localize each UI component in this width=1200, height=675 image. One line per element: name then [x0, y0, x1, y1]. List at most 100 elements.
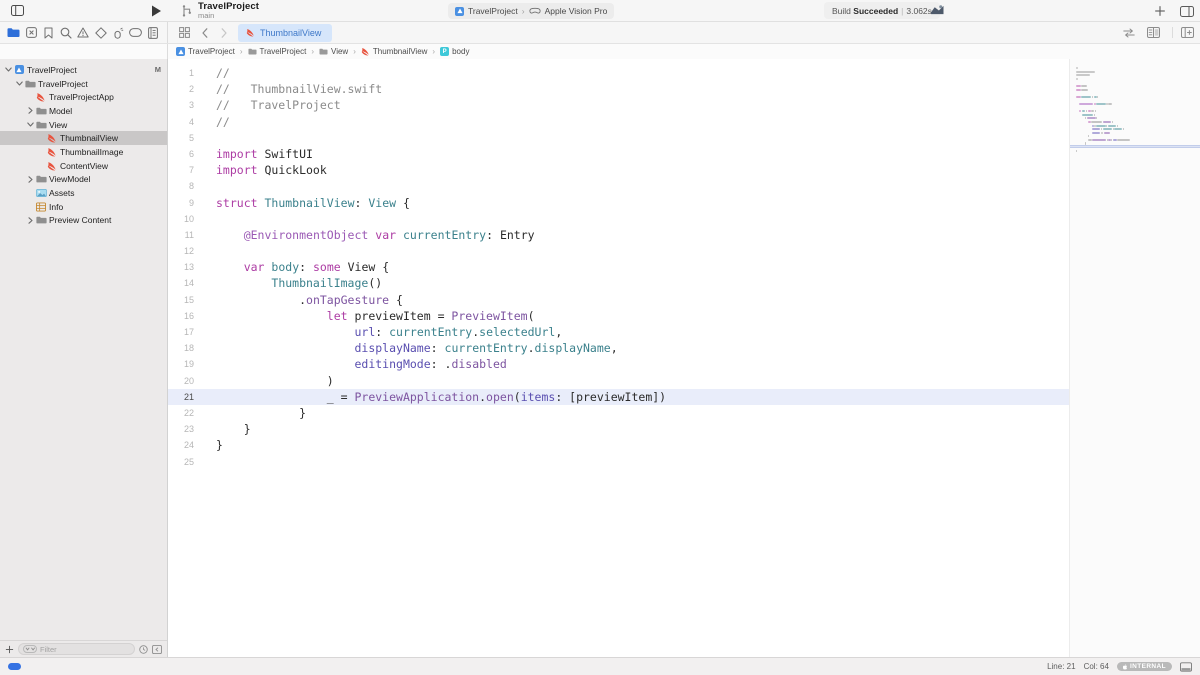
sidebar-item-model[interactable]: Model	[0, 104, 167, 118]
breadcrumb-label-3: ThumbnailView	[373, 47, 428, 56]
code-line[interactable]: 8	[168, 178, 1069, 194]
code-line[interactable]: 12	[168, 243, 1069, 259]
code-line[interactable]: 22 }	[168, 405, 1069, 421]
chevron-down-icon[interactable]	[4, 67, 13, 72]
minimap-line	[1076, 150, 1194, 152]
chevron-right-icon[interactable]	[26, 107, 35, 114]
sidebar-item-thumbnailview[interactable]: ThumbnailView	[0, 131, 167, 145]
code-line[interactable]: 1//	[168, 65, 1069, 81]
code-line[interactable]: 20 )	[168, 373, 1069, 389]
sidebar-toggle-icon[interactable]	[8, 2, 26, 20]
adjust-editor-icon[interactable]	[1123, 28, 1135, 38]
source-control-navigator-icon[interactable]	[24, 26, 38, 40]
breadcrumb-item-1[interactable]: TravelProject	[248, 47, 307, 56]
code-line-current[interactable]: 21 _ = PreviewApplication.open(items: [p…	[168, 389, 1069, 405]
filter-mode-icon[interactable]	[23, 645, 37, 653]
sidebar-item-travelproject[interactable]: TravelProject	[0, 77, 167, 91]
code-text: // TravelProject	[200, 97, 341, 113]
toolbar-right-group	[1154, 0, 1194, 22]
code-line[interactable]: 6import SwiftUI	[168, 146, 1069, 162]
chevron-left-icon[interactable]	[196, 28, 213, 38]
sidebar-item-travelproject[interactable]: TravelProjectM	[0, 63, 167, 77]
editor-tab-thumbnailview[interactable]: ThumbnailView	[238, 24, 332, 42]
scheme-branch-name: main	[198, 12, 259, 20]
sidebar-item-thumbnailimage[interactable]: ThumbnailImage	[0, 145, 167, 159]
code-line[interactable]: 7import QuickLook	[168, 162, 1069, 178]
scheme-name: TravelProject	[198, 2, 259, 12]
code-line[interactable]: 3// TravelProject	[168, 97, 1069, 113]
code-line[interactable]: 4//	[168, 114, 1069, 130]
plus-icon[interactable]	[1154, 5, 1166, 17]
find-navigator-icon[interactable]	[59, 26, 73, 40]
xcode-project-icon	[13, 65, 25, 74]
code-line[interactable]: 10	[168, 211, 1069, 227]
breadcrumb-item-0[interactable]: TravelProject	[176, 47, 235, 56]
code-line[interactable]: 14 ThumbnailImage()	[168, 275, 1069, 291]
chevron-right-icon[interactable]	[26, 217, 35, 224]
bookmark-navigator-icon[interactable]	[42, 26, 56, 40]
code-review-icon[interactable]	[1147, 27, 1160, 38]
test-navigator-icon[interactable]	[94, 26, 108, 40]
destination-chooser[interactable]: TravelProject › Apple Vision Pro	[448, 3, 614, 19]
sidebar-item-info[interactable]: Info	[0, 200, 167, 214]
sidebar-item-contentview[interactable]: ContentView	[0, 159, 167, 173]
inspector-toggle-icon[interactable]	[1180, 6, 1194, 17]
code-line[interactable]: 25	[168, 454, 1069, 470]
source-editor[interactable]: 1//2// ThumbnailView.swift3// TravelProj…	[168, 59, 1200, 657]
run-button[interactable]	[144, 5, 168, 17]
chevron-right-icon[interactable]	[215, 28, 232, 38]
report-navigator-icon[interactable]	[146, 26, 160, 40]
breadcrumb-item-3[interactable]: ThumbnailView	[361, 47, 428, 56]
code-line[interactable]: 5	[168, 130, 1069, 146]
project-navigator-icon[interactable]	[7, 26, 21, 40]
minimap-line	[1076, 71, 1194, 73]
source-control-status-badge: M	[155, 65, 161, 74]
sidebar-item-viewmodel[interactable]: ViewModel	[0, 173, 167, 187]
breadcrumb-item-2[interactable]: View	[319, 47, 348, 56]
code-line[interactable]: 11 @EnvironmentObject var currentEntry: …	[168, 227, 1069, 243]
breakpoint-navigator-icon[interactable]	[129, 26, 143, 40]
search-input[interactable]: Filter	[18, 643, 135, 655]
debug-navigator-icon[interactable]	[111, 26, 125, 40]
code-line[interactable]: 17 url: currentEntry.selectedUrl,	[168, 324, 1069, 340]
code-line[interactable]: 23 }	[168, 421, 1069, 437]
chevron-right-icon[interactable]	[26, 176, 35, 183]
code-line[interactable]: 19 editingMode: .disabled	[168, 356, 1069, 372]
sidebar-item-travelprojectapp[interactable]: TravelProjectApp	[0, 90, 167, 104]
folder-icon	[319, 48, 328, 55]
sidebar-item-preview-content[interactable]: Preview Content	[0, 214, 167, 228]
scheme-selector[interactable]: TravelProject main	[182, 2, 259, 20]
code-line[interactable]: 18 displayName: currentEntry.displayName…	[168, 340, 1069, 356]
minimap-line	[1076, 114, 1194, 116]
collapse-icon[interactable]	[152, 645, 162, 654]
build-indicator-icon[interactable]	[8, 663, 21, 670]
code-line[interactable]: 2// ThumbnailView.swift	[168, 81, 1069, 97]
code-lines[interactable]: 1//2// ThumbnailView.swift3// TravelProj…	[168, 59, 1069, 470]
xcode-project-icon	[455, 7, 464, 16]
issue-navigator-icon[interactable]	[76, 26, 90, 40]
build-status-indicator[interactable]: Build Succeeded|3.062s	[824, 2, 940, 19]
editor-minimap[interactable]	[1069, 59, 1200, 657]
code-area[interactable]: 1//2// ThumbnailView.swift3// TravelProj…	[168, 59, 1069, 657]
add-editor-icon[interactable]	[1172, 27, 1194, 38]
code-line[interactable]: 24}	[168, 437, 1069, 453]
clock-icon[interactable]	[139, 645, 148, 654]
sidebar-item-assets[interactable]: Assets	[0, 186, 167, 200]
chevron-down-icon[interactable]	[15, 81, 24, 86]
code-line[interactable]: 9struct ThumbnailView: View {	[168, 195, 1069, 211]
build-activity-icon[interactable]	[930, 4, 945, 16]
tab-grid-icon[interactable]	[174, 27, 194, 38]
breadcrumb-item-4[interactable]: P body	[440, 47, 469, 56]
code-text: )	[200, 373, 334, 389]
code-line[interactable]: 15 .onTapGesture {	[168, 292, 1069, 308]
code-text: ThumbnailImage()	[200, 275, 382, 291]
destination-project-label: TravelProject	[468, 6, 518, 16]
plus-icon[interactable]	[5, 645, 14, 654]
console-toggle-icon[interactable]	[1180, 662, 1192, 672]
sidebar-item-view[interactable]: View	[0, 118, 167, 132]
line-number: 12	[168, 243, 200, 259]
chevron-down-icon[interactable]	[26, 122, 35, 127]
line-number: 3	[168, 97, 200, 113]
code-line[interactable]: 16 let previewItem = PreviewItem(	[168, 308, 1069, 324]
code-line[interactable]: 13 var body: some View {	[168, 259, 1069, 275]
